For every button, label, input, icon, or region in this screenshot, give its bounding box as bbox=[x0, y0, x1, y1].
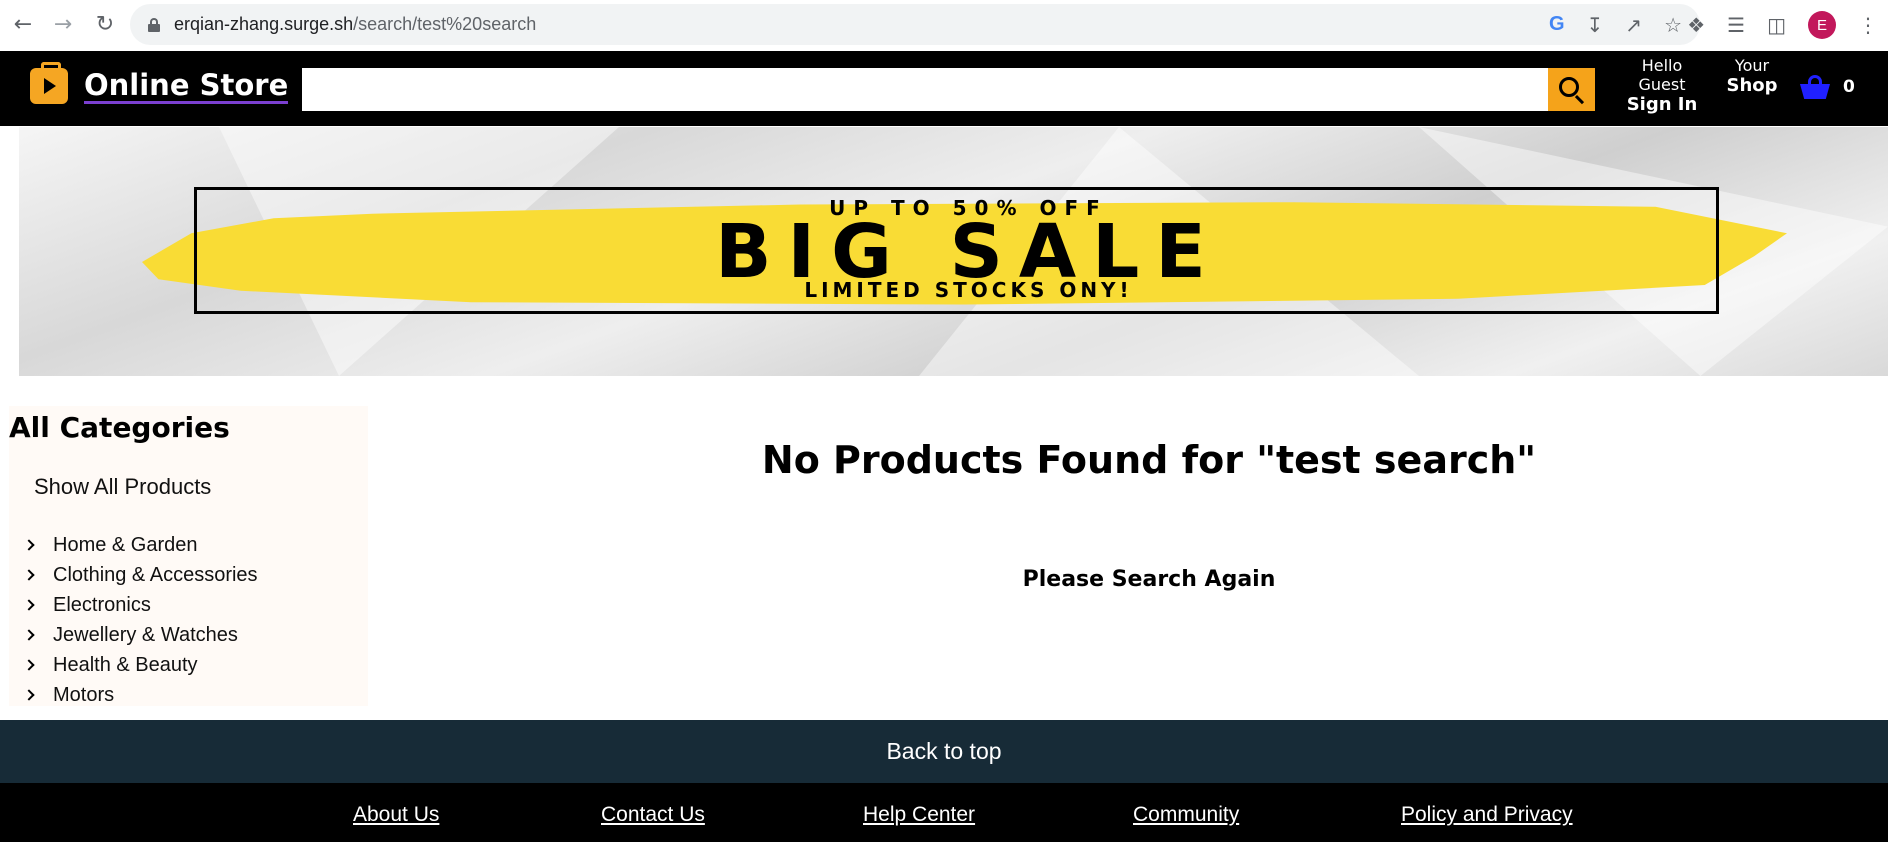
basket-icon bbox=[1800, 75, 1830, 99]
google-icon[interactable]: G bbox=[1549, 13, 1565, 36]
show-all-products-link[interactable]: Show All Products bbox=[34, 474, 211, 500]
category-motors[interactable]: Motors bbox=[23, 680, 258, 710]
footer-link-help-center[interactable]: Help Center bbox=[863, 803, 975, 827]
site-header: Online Store Hello Guest Sign In Your Sh… bbox=[0, 51, 1888, 126]
category-label: Motors bbox=[53, 683, 115, 706]
search-again-message: Please Search Again bbox=[1022, 567, 1276, 592]
logo[interactable]: Online Store bbox=[30, 62, 289, 104]
category-sidebar: All Categories Show All Products Home & … bbox=[9, 406, 368, 706]
share-icon[interactable]: ↗ bbox=[1625, 13, 1642, 37]
category-clothing-accessories[interactable]: Clothing & Accessories bbox=[23, 560, 258, 590]
category-label: Home & Garden bbox=[53, 533, 198, 556]
back-icon[interactable]: ← bbox=[3, 4, 43, 44]
footer-link-community[interactable]: Community bbox=[1133, 803, 1239, 827]
category-label: Clothing & Accessories bbox=[53, 563, 258, 586]
menu-icon[interactable]: ⋮ bbox=[1858, 13, 1878, 37]
search-button[interactable] bbox=[1548, 68, 1595, 111]
sale-banner: UP TO 50% OFF BIG SALE LIMITED STOCKS ON… bbox=[19, 127, 1888, 376]
cart-count: 0 bbox=[1843, 77, 1855, 97]
category-home-garden[interactable]: Home & Garden bbox=[23, 530, 258, 560]
category-list: Home & Garden Clothing & Accessories Ele… bbox=[23, 530, 258, 710]
search-input[interactable] bbox=[302, 68, 1548, 111]
logo-text: Online Store bbox=[84, 67, 289, 104]
category-label: Jewellery & Watches bbox=[53, 623, 238, 646]
chevron-right-icon bbox=[23, 659, 35, 671]
chevron-right-icon bbox=[23, 629, 35, 641]
no-results-title: No Products Found for "test search" bbox=[761, 438, 1537, 482]
footer-link-about-us[interactable]: About Us bbox=[353, 803, 439, 827]
sign-in-label: Sign In bbox=[1626, 94, 1698, 115]
chevron-right-icon bbox=[23, 539, 35, 551]
url-path: /search/test%20search bbox=[353, 14, 537, 34]
category-jewellery-watches[interactable]: Jewellery & Watches bbox=[23, 620, 258, 650]
back-to-top-button[interactable]: Back to top bbox=[0, 720, 1888, 783]
sign-in-greeting: Hello Guest bbox=[1638, 56, 1686, 94]
sidebar-title: All Categories bbox=[9, 411, 230, 444]
briefcase-play-icon bbox=[30, 62, 68, 104]
cart-button[interactable]: 0 bbox=[1800, 75, 1855, 99]
browser-toolbar: ← → ↻ erqian-zhang.surge.sh/search/test%… bbox=[0, 0, 1888, 50]
category-health-beauty[interactable]: Health & Beauty bbox=[23, 650, 258, 680]
url-host: erqian-zhang.surge.sh bbox=[174, 14, 354, 34]
category-label: Electronics bbox=[53, 593, 151, 616]
reload-icon[interactable]: ↻ bbox=[85, 4, 125, 44]
banner-bottom-text: LIMITED STOCKS ONY! bbox=[804, 278, 1133, 302]
address-bar[interactable]: erqian-zhang.surge.sh/search/test%20sear… bbox=[130, 4, 1700, 45]
forward-icon[interactable]: → bbox=[43, 4, 83, 44]
install-icon[interactable]: ↧ bbox=[1587, 13, 1604, 37]
category-label: Health & Beauty bbox=[53, 653, 198, 676]
reading-list-icon[interactable]: ☰ bbox=[1727, 13, 1745, 37]
footer-link-contact-us[interactable]: Contact Us bbox=[601, 803, 705, 827]
star-icon[interactable]: ☆ bbox=[1664, 13, 1682, 37]
chevron-right-icon bbox=[23, 599, 35, 611]
shop-label: Shop bbox=[1726, 75, 1778, 96]
category-electronics[interactable]: Electronics bbox=[23, 590, 258, 620]
extensions-icon[interactable]: ❖ bbox=[1687, 13, 1705, 37]
shop-link[interactable]: Your Shop bbox=[1725, 56, 1779, 96]
search-icon bbox=[1558, 76, 1579, 97]
side-panel-icon[interactable]: ◫ bbox=[1767, 13, 1786, 37]
footer-link-policy-privacy[interactable]: Policy and Privacy bbox=[1401, 803, 1573, 827]
shop-small-label: Your bbox=[1734, 56, 1770, 75]
site-footer: About Us Contact Us Help Center Communit… bbox=[0, 783, 1888, 842]
lock-icon[interactable] bbox=[148, 17, 160, 32]
sign-in-link[interactable]: Hello Guest Sign In bbox=[1620, 56, 1704, 115]
chevron-right-icon bbox=[23, 569, 35, 581]
avatar[interactable]: E bbox=[1808, 11, 1836, 39]
chevron-right-icon bbox=[23, 689, 35, 701]
